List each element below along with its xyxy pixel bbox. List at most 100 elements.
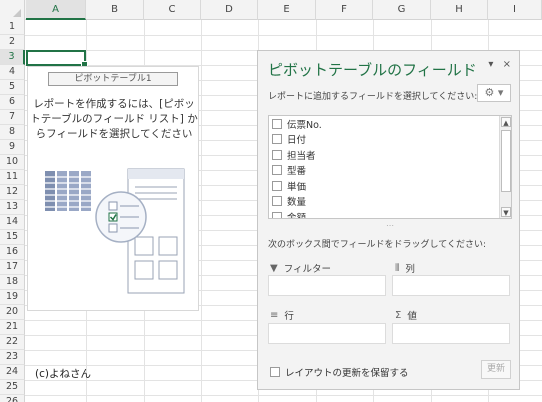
columns-area-label: 列 [405,264,415,275]
row-header[interactable]: 19 [0,290,25,305]
column-header-g[interactable]: G [373,0,431,20]
row-header[interactable]: 20 [0,305,25,320]
row-header[interactable]: 6 [0,95,25,110]
pivot-illustration-icon [45,168,185,294]
pivot-instruction-line: トテーブルのフィールド リスト] か [30,113,198,125]
row-header[interactable]: 1 [0,20,25,35]
field-item[interactable]: 伝票No. [269,116,511,132]
column-header-e[interactable]: E [258,0,316,20]
row-header[interactable]: 8 [0,125,25,140]
row-header[interactable]: 18 [0,275,25,290]
scroll-thumb[interactable] [501,130,511,192]
field-checkbox[interactable] [272,134,282,145]
row-header[interactable]: 24 [0,365,25,380]
row-header[interactable]: 5 [0,80,25,95]
select-all-corner[interactable] [0,0,25,20]
scroll-up-icon[interactable]: ▲ [501,117,511,127]
row-header[interactable]: 4 [0,65,25,80]
pivot-table-placeholder[interactable]: ピボットテーブル1 レポートを作成するには、[ピボッ トテーブルのフィールド リ… [27,66,199,311]
values-area-label: 値 [407,311,417,322]
field-item[interactable]: 日付 [269,132,511,148]
row-header[interactable]: 16 [0,245,25,260]
column-header-c[interactable]: C [144,0,201,20]
row-header[interactable]: 21 [0,320,25,335]
filter-drop-zone[interactable] [268,275,386,296]
defer-update-checkbox[interactable] [270,367,280,377]
field-checkbox[interactable] [272,180,282,191]
columns-icon: ⦀ [395,262,400,274]
row-header[interactable]: 11 [0,170,25,185]
field-item[interactable]: 型番 [269,163,511,179]
scroll-down-icon[interactable]: ▼ [501,207,511,217]
drag-instruction: 次のボックス間でフィールドをドラッグしてください: [268,240,487,250]
rows-icon: ≡ [270,309,279,321]
pivot-instruction-text: レポートを作成するには、[ピボッ トテーブルのフィールド リスト] か らフィー… [28,97,200,142]
column-header-f[interactable]: F [316,0,373,20]
row-header[interactable]: 15 [0,230,25,245]
pivot-instruction-line: レポートを作成するには、[ピボッ [33,98,195,110]
copyright-credit: (c)よねさん [35,368,91,380]
column-header-d[interactable]: D [201,0,258,20]
row-header[interactable]: 25 [0,380,25,395]
field-item[interactable]: 担当者 [269,147,511,163]
row-header[interactable]: 10 [0,155,25,170]
field-label: 担当者 [287,150,316,162]
column-header-bar: A B C D E F G H I [0,0,542,20]
pane-subtitle: レポートに追加するフィールドを選択してください: [268,92,478,102]
field-list-scrollbar[interactable]: ▲ ▼ [499,116,511,218]
filter-area-header: ▼ フィルター [270,261,332,276]
active-cell-a3[interactable] [26,50,88,68]
rows-drop-zone[interactable] [268,323,386,344]
field-item[interactable]: 数量 [269,194,511,210]
defer-update-label: レイアウトの更新を保留する [285,368,409,379]
pivot-instruction-line: らフィールドを選択してください [35,128,193,140]
column-header-a[interactable]: A [26,0,86,20]
field-label: 数量 [287,197,307,209]
pivot-field-list-pane: ピボットテーブルのフィールド ▾ × レポートに追加するフィールドを選択してくだ… [257,50,520,390]
row-header[interactable]: 12 [0,185,25,200]
field-checkbox[interactable] [272,149,282,160]
pivot-table-name-box: ピボットテーブル1 [48,72,178,86]
columns-drop-zone[interactable] [392,275,510,296]
close-icon[interactable]: × [503,59,511,70]
column-header-h[interactable]: H [431,0,488,20]
column-header-i[interactable]: I [488,0,542,20]
pane-options-dropdown-icon[interactable]: ▾ [488,59,493,70]
update-button[interactable]: 更新 [481,360,511,379]
pane-title: ピボットテーブルのフィールド [268,61,477,79]
rows-area-header: ≡ 行 [270,308,294,323]
pane-controls: ▾ × [482,59,511,70]
sigma-icon: Σ [395,309,402,321]
column-header-b[interactable]: B [86,0,144,20]
field-checkbox[interactable] [272,211,282,218]
gear-icon[interactable]: ⚙ ▾ [477,84,511,102]
field-checkbox[interactable] [272,196,282,207]
defer-update-option[interactable]: レイアウトの更新を保留する [270,365,409,379]
row-header[interactable]: 26 [0,395,25,402]
field-item[interactable]: 単価 [269,178,511,194]
columns-area-header: ⦀ 列 [395,261,415,276]
row-header[interactable]: 22 [0,335,25,350]
values-area-header: Σ 値 [395,308,417,323]
row-header[interactable]: 14 [0,215,25,230]
row-header[interactable]: 17 [0,260,25,275]
row-header[interactable]: 9 [0,140,25,155]
field-checkbox[interactable] [272,165,282,176]
row-header[interactable]: 2 [0,35,25,50]
filter-area-label: フィルター [283,264,332,275]
field-item[interactable]: 金額 [269,209,511,219]
field-label: 金額 [287,212,307,219]
field-label: 型番 [287,166,307,178]
field-label: 日付 [287,135,307,147]
field-label: 単価 [287,181,307,193]
rows-area-label: 行 [284,311,294,322]
row-header-selected[interactable]: 3 [0,50,25,65]
row-header[interactable]: 23 [0,350,25,365]
field-checkbox[interactable] [272,118,282,129]
pane-splitter[interactable]: ⋯ [268,222,512,230]
filter-icon: ▼ [270,262,278,274]
values-drop-zone[interactable] [392,323,510,344]
field-label: 伝票No. [287,119,322,131]
row-header[interactable]: 7 [0,110,25,125]
row-header[interactable]: 13 [0,200,25,215]
